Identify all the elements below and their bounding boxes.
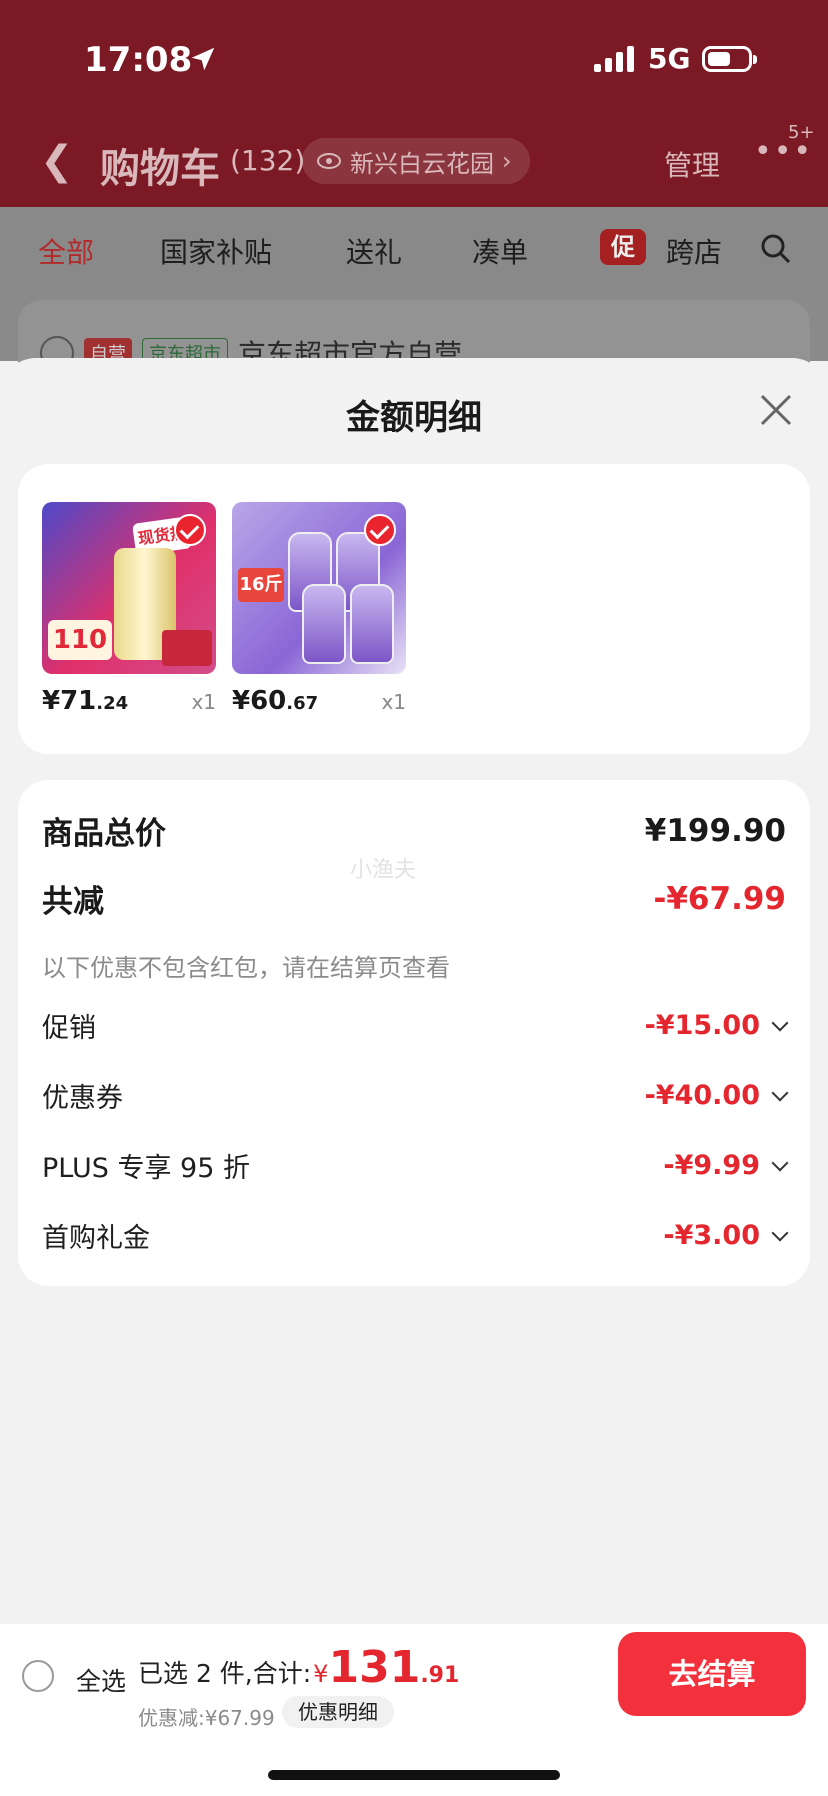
tab-add-on[interactable]: 凑单 [472,231,528,271]
discount-row-promotion[interactable]: 促销 -¥15.00 [42,1006,789,1045]
product-price: ¥60.67 [232,686,319,716]
reduce-label: 共减 [42,884,104,920]
product-qty: x1 [191,690,216,714]
total-summary: 已选 2 件,合计: ¥ 131 .91 [138,1642,459,1693]
sheet-title: 金额明细 [346,398,482,438]
battery-icon [702,46,757,72]
total-price-row: 商品总价 ¥199.90 [42,808,786,853]
product-list: 现货热卖 110 ¥71.24 x1 16斤 ¥60.67 x1 [18,464,810,754]
bottle-image [302,584,346,664]
location-label: 新兴白云花园 [350,149,494,178]
chevron-right-icon: › [502,147,512,175]
search-icon[interactable] [760,233,792,265]
home-indicator [268,1770,560,1780]
check-icon[interactable] [174,514,206,546]
discount-value: -¥15.00 [644,1010,760,1041]
product-price: ¥71.24 [42,686,129,716]
page-title: 购物车 [100,146,220,192]
tab-gift[interactable]: 送礼 [346,231,402,271]
discount-label: 优惠券 [42,1083,123,1114]
manage-button[interactable]: 管理 [664,144,720,184]
discount-row-coupon[interactable]: 优惠券 -¥40.00 [42,1076,789,1115]
chevron-down-icon[interactable] [771,1014,789,1031]
beer-box-image [162,630,212,666]
tab-national-subsidy[interactable]: 国家补贴 [160,231,272,271]
selected-text: 已选 2 件,合计: [138,1659,312,1688]
status-time: 17:08 [84,40,193,80]
cart-tabs: 全部 国家补贴 送礼 凑单 促 跨店 [0,207,828,291]
promo-price-badge: 110 [48,620,112,660]
total-price-label: 商品总价 [42,816,166,852]
tab-cross-store[interactable]: 跨店 [666,231,722,271]
signal-icon [594,44,634,72]
product-item[interactable]: 16斤 ¥60.67 x1 [232,502,406,716]
discount-note: 以下优惠不包含红包，请在结算页查看 [42,954,450,982]
total-integer: 131 [328,1642,421,1693]
product-image-softener[interactable]: 16斤 [232,502,406,674]
discount-label: PLUS 专享 95 折 [42,1153,250,1184]
bottle-image [350,584,394,664]
discount-value: -¥9.99 [663,1150,760,1181]
reduce-row: 共减 -¥67.99 [42,876,786,921]
discount-summary: 优惠减:¥67.99 [138,1706,275,1730]
product-image-beer[interactable]: 现货热卖 110 [42,502,216,674]
discount-label: 首购礼金 [42,1223,150,1254]
total-price-value: ¥199.90 [644,812,786,849]
tab-all[interactable]: 全部 [38,231,94,271]
price-breakdown: 小渔夫 商品总价 ¥199.90 共减 -¥67.99 以下优惠不包含红包，请在… [18,780,810,1286]
discount-detail-button[interactable]: 优惠明细 [282,1696,394,1728]
cart-count: (132) [230,144,306,177]
location-pill[interactable]: 新兴白云花园 › [302,138,530,184]
eye-icon [317,153,341,169]
amount-detail-sheet: 金额明细 现货热卖 110 ¥71.24 x1 16斤 ¥60.67 x1 小渔… [0,358,828,1624]
location-arrow-icon [191,47,215,71]
status-bar: 17:08 5G [0,0,828,120]
cart-nav-bar: ❮ 购物车 (132) 新兴白云花园 › 管理 ••• 5+ [0,122,828,192]
discount-row-first-purchase[interactable]: 首购礼金 -¥3.00 [42,1216,789,1255]
currency-symbol: ¥ [313,1660,329,1688]
discount-label: 促销 [42,1013,96,1044]
check-icon[interactable] [364,514,396,546]
chevron-down-icon[interactable] [771,1154,789,1171]
message-badge: 5+ [788,122,815,143]
discount-row-plus[interactable]: PLUS 专享 95 折 -¥9.99 [42,1146,789,1185]
discount-value: -¥40.00 [644,1080,760,1111]
network-label: 5G [648,42,691,75]
checkout-button[interactable]: 去结算 [618,1632,806,1716]
back-icon[interactable]: ❮ [40,138,74,184]
reduce-value: -¥67.99 [653,880,787,917]
select-all-checkbox[interactable] [22,1660,54,1692]
checkout-bar: 全选 已选 2 件,合计: ¥ 131 .91 优惠减:¥67.99 优惠明细 … [0,1624,828,1796]
promo-tag: 促 [600,229,646,265]
close-icon[interactable] [758,392,794,428]
product-item[interactable]: 现货热卖 110 ¥71.24 x1 [42,502,216,716]
product-qty: x1 [381,690,406,714]
select-all-label[interactable]: 全选 [76,1662,126,1698]
weight-badge: 16斤 [238,568,284,602]
chevron-down-icon[interactable] [771,1084,789,1101]
chevron-down-icon[interactable] [771,1224,789,1241]
discount-value: -¥3.00 [663,1220,760,1251]
total-decimal: .91 [420,1663,460,1688]
